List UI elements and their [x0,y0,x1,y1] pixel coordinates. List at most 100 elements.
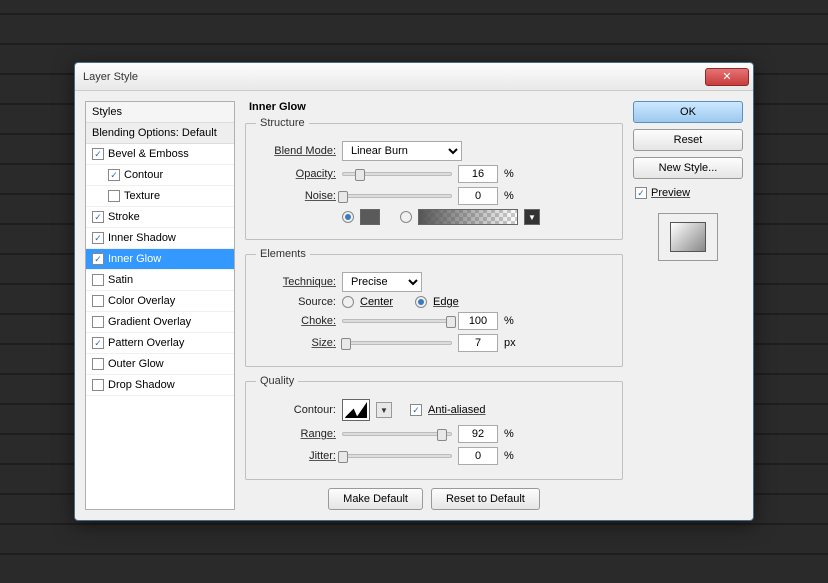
style-item-label: Bevel & Emboss [108,148,189,160]
style-item-label: Drop Shadow [108,379,175,391]
style-item-label: Contour [124,169,163,181]
style-checkbox[interactable] [108,169,120,181]
close-button[interactable]: ✕ [705,68,749,86]
preview-label[interactable]: Preview [651,187,690,199]
color-swatch[interactable] [360,209,380,225]
noise-slider[interactable] [342,194,452,198]
anti-aliased-checkbox[interactable] [410,404,422,416]
style-item-label: Pattern Overlay [108,337,184,349]
blend-mode-select[interactable]: Linear Burn [342,141,462,161]
style-checkbox[interactable] [92,148,104,160]
blending-options[interactable]: Blending Options: Default [86,123,234,144]
right-panel: OK Reset New Style... Preview [633,101,743,510]
quality-group: Quality Contour: ▼ Anti-aliased Range: % [245,375,623,480]
source-center-label[interactable]: Center [360,296,393,308]
close-icon: ✕ [722,70,731,83]
style-checkbox[interactable] [92,211,104,223]
style-checkbox[interactable] [108,190,120,202]
range-unit: % [504,428,520,440]
elements-legend: Elements [256,248,310,260]
style-checkbox[interactable] [92,379,104,391]
jitter-slider[interactable] [342,454,452,458]
structure-group: Structure Blend Mode: Linear Burn Opacit… [245,117,623,240]
range-input[interactable] [458,425,498,443]
gradient-picker[interactable] [418,209,518,225]
styles-sidebar: Styles Blending Options: Default Bevel &… [85,101,235,510]
window-title: Layer Style [83,71,705,83]
gradient-dropdown-icon[interactable]: ▼ [524,209,540,225]
preview-checkbox[interactable] [635,187,647,199]
noise-unit: % [504,190,520,202]
contour-picker[interactable] [342,399,370,421]
style-item-inner-shadow[interactable]: Inner Shadow [86,228,234,249]
jitter-unit: % [504,450,520,462]
color-radio[interactable] [342,211,354,223]
ok-button[interactable]: OK [633,101,743,123]
titlebar[interactable]: Layer Style ✕ [75,63,753,91]
style-item-label: Outer Glow [108,358,164,370]
reset-button[interactable]: Reset [633,129,743,151]
source-edge-radio[interactable] [415,296,427,308]
style-item-pattern-overlay[interactable]: Pattern Overlay [86,333,234,354]
noise-input[interactable] [458,187,498,205]
source-label: Source: [256,296,336,308]
style-checkbox[interactable] [92,358,104,370]
blend-mode-label: Blend Mode: [256,145,336,157]
quality-legend: Quality [256,375,298,387]
structure-legend: Structure [256,117,309,129]
opacity-label: Opacity: [256,168,336,180]
technique-label: Technique: [256,276,336,288]
opacity-unit: % [504,168,520,180]
choke-input[interactable] [458,312,498,330]
style-item-color-overlay[interactable]: Color Overlay [86,291,234,312]
opacity-slider[interactable] [342,172,452,176]
contour-label: Contour: [256,404,336,416]
style-item-contour[interactable]: Contour [86,165,234,186]
style-item-inner-glow[interactable]: Inner Glow [86,249,234,270]
style-checkbox[interactable] [92,232,104,244]
source-center-radio[interactable] [342,296,354,308]
choke-slider[interactable] [342,319,452,323]
size-unit: px [504,337,520,349]
style-item-gradient-overlay[interactable]: Gradient Overlay [86,312,234,333]
style-item-satin[interactable]: Satin [86,270,234,291]
make-default-button[interactable]: Make Default [328,488,423,510]
jitter-label: Jitter: [256,450,336,462]
main-panel: Inner Glow Structure Blend Mode: Linear … [245,101,623,510]
style-item-bevel-emboss[interactable]: Bevel & Emboss [86,144,234,165]
jitter-input[interactable] [458,447,498,465]
anti-aliased-label[interactable]: Anti-aliased [428,404,485,416]
style-checkbox[interactable] [92,274,104,286]
style-item-texture[interactable]: Texture [86,186,234,207]
sidebar-header[interactable]: Styles [86,102,234,123]
gradient-radio[interactable] [400,211,412,223]
style-item-label: Satin [108,274,133,286]
range-label: Range: [256,428,336,440]
style-checkbox[interactable] [92,295,104,307]
noise-label: Noise: [256,190,336,202]
technique-select[interactable]: Precise [342,272,422,292]
style-item-label: Inner Shadow [108,232,176,244]
opacity-input[interactable] [458,165,498,183]
size-input[interactable] [458,334,498,352]
style-checkbox[interactable] [92,337,104,349]
size-label: Size: [256,337,336,349]
choke-label: Choke: [256,315,336,327]
range-slider[interactable] [342,432,452,436]
layer-style-dialog: Layer Style ✕ Styles Blending Options: D… [74,62,754,521]
style-item-label: Color Overlay [108,295,175,307]
style-item-label: Gradient Overlay [108,316,191,328]
style-item-drop-shadow[interactable]: Drop Shadow [86,375,234,396]
size-slider[interactable] [342,341,452,345]
elements-group: Elements Technique: Precise Source: Cent… [245,248,623,367]
style-checkbox[interactable] [92,253,104,265]
source-edge-label[interactable]: Edge [433,296,459,308]
style-item-label: Texture [124,190,160,202]
contour-dropdown-icon[interactable]: ▼ [376,402,392,418]
style-item-stroke[interactable]: Stroke [86,207,234,228]
style-item-outer-glow[interactable]: Outer Glow [86,354,234,375]
new-style-button[interactable]: New Style... [633,157,743,179]
panel-title: Inner Glow [245,101,623,113]
reset-default-button[interactable]: Reset to Default [431,488,540,510]
style-checkbox[interactable] [92,316,104,328]
